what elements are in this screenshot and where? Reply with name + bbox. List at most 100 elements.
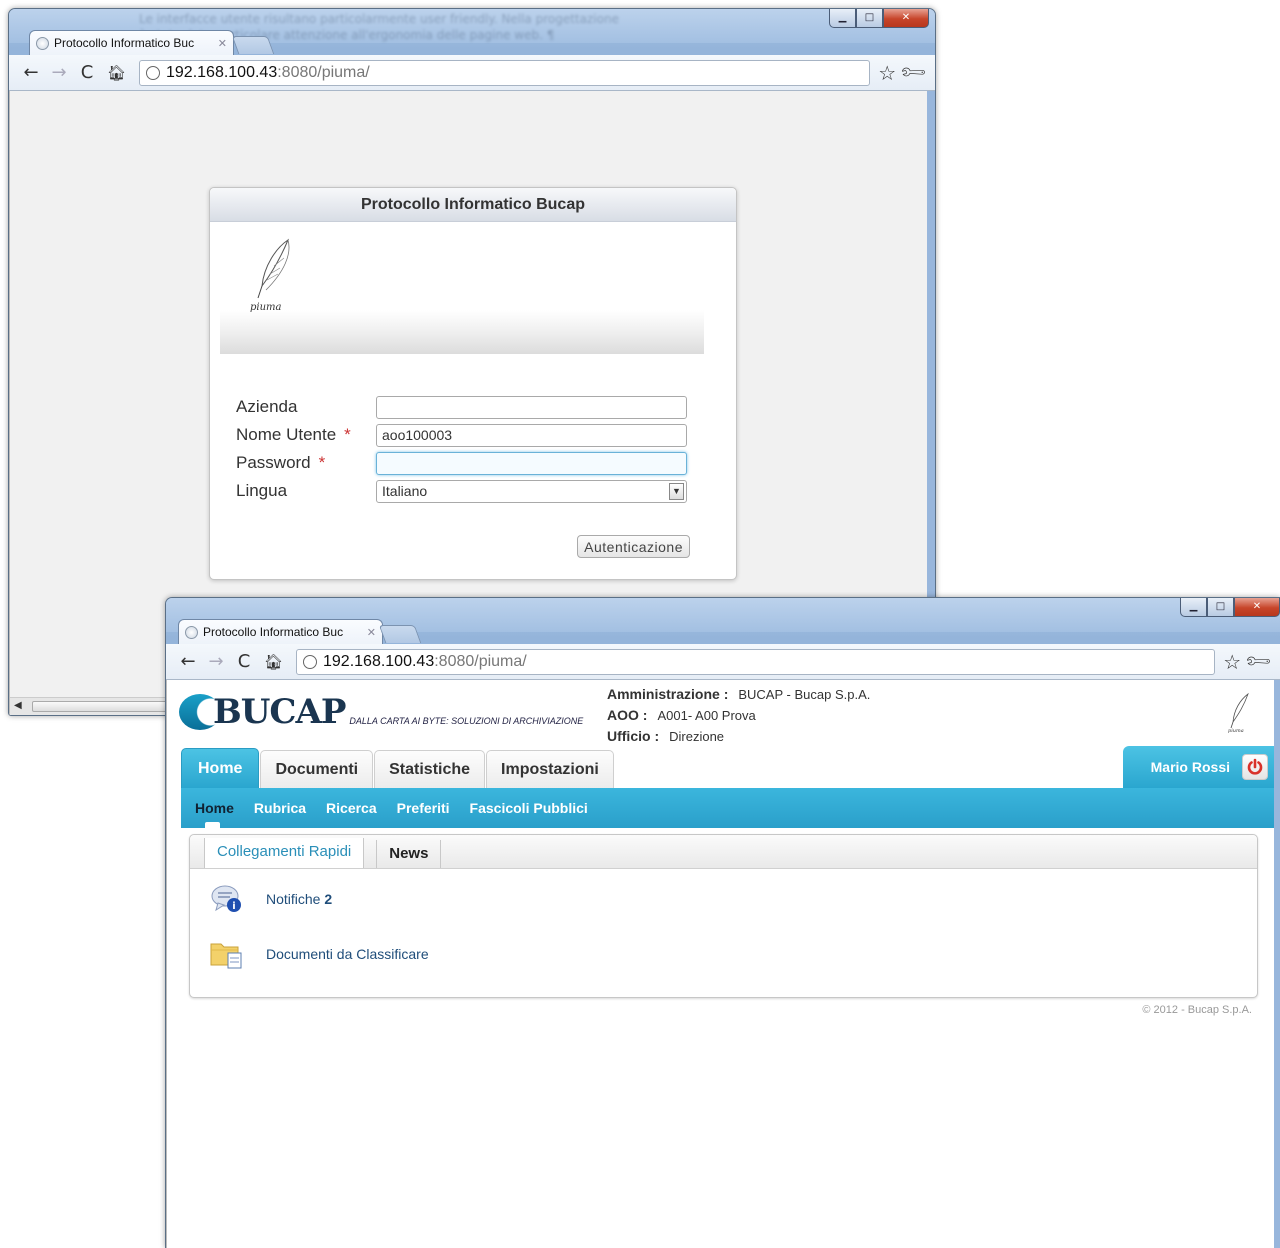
browser-tab[interactable]: Protocollo Informatico Buc ✕: [178, 619, 383, 644]
amministrazione-line: Amministrazione : BUCAP - Bucap S.p.A.: [607, 684, 870, 705]
login-title: Protocollo Informatico Bucap: [210, 188, 736, 222]
page-icon: [146, 65, 160, 80]
wrench-icon[interactable]: 🔧︎: [898, 57, 929, 88]
documenti-da-classificare-link[interactable]: Documenti da Classificare: [266, 946, 429, 962]
lingua-selected: Italiano: [382, 482, 428, 499]
power-icon[interactable]: [1242, 754, 1268, 780]
subnav-preferiti[interactable]: Preferiti: [397, 800, 450, 816]
back-arrow-icon[interactable]: ←: [23, 62, 39, 83]
org-info: Amministrazione : BUCAP - Bucap S.p.A. AO…: [607, 684, 870, 747]
quick-links-panel: Collegamenti Rapidi News i Notifiche 2 D…: [189, 834, 1258, 998]
tab-statistiche[interactable]: Statistiche: [374, 750, 486, 788]
address-bar[interactable]: 192.168.100.43:8080/piuma/: [139, 59, 871, 86]
close-tab-icon[interactable]: ✕: [367, 626, 376, 639]
ufficio-label: Ufficio :: [607, 728, 660, 744]
tab-collegamenti-rapidi[interactable]: Collegamenti Rapidi: [204, 838, 365, 868]
password-row: Password *: [236, 451, 696, 475]
power-icon-glyph: [1247, 758, 1263, 775]
app-header: BUCAP DALLA CARTA AI BYTE: SOLUZIONI DI …: [167, 680, 1274, 788]
reload-icon[interactable]: C: [236, 651, 252, 672]
sub-navigation: Home Rubrica Ricerca Preferiti Fascicoli…: [181, 788, 1274, 832]
new-tab-button[interactable]: [378, 625, 422, 643]
window-controls: ▁ □ ✕: [829, 9, 929, 28]
username-row: Nome Utente * aoo100003: [236, 423, 696, 447]
password-input[interactable]: [376, 451, 687, 475]
home-icon[interactable]: 🏠︎: [264, 653, 283, 671]
folder-document-icon: [210, 943, 242, 969]
azienda-row: Azienda: [236, 395, 696, 419]
tab-impostazioni[interactable]: Impostazioni: [486, 750, 614, 788]
subnav-home[interactable]: Home: [195, 800, 234, 832]
logo-tagline: DALLA CARTA AI BYTE: SOLUZIONI DI ARCHIV…: [349, 716, 584, 726]
subnav-fascicoli-pubblici[interactable]: Fascicoli Pubblici: [470, 800, 588, 816]
dropdown-arrow-icon[interactable]: ▼: [669, 482, 684, 500]
tab-news[interactable]: News: [376, 840, 442, 868]
tab-documenti[interactable]: Documenti: [260, 750, 374, 788]
logo-text: piuma: [250, 302, 282, 313]
login-box: Protocollo Informatico Bucap piuma Azien…: [209, 187, 737, 580]
login-button[interactable]: Autenticazione: [577, 535, 690, 558]
tab-title: Protocollo Informatico Buc: [203, 625, 344, 639]
reload-icon[interactable]: C: [79, 62, 95, 83]
svg-text:i: i: [232, 901, 235, 912]
subnav-rubrica[interactable]: Rubrica: [254, 800, 306, 816]
browser-tab[interactable]: Protocollo Informatico Buc ✕: [29, 30, 234, 55]
star-icon[interactable]: ☆: [1223, 650, 1241, 674]
ufficio-value: Direzione: [669, 729, 725, 744]
amministrazione-label: Amministrazione :: [607, 686, 729, 702]
notification-icon: i: [211, 885, 241, 912]
close-tab-icon[interactable]: ✕: [218, 37, 227, 50]
aoo-label: AOO :: [607, 707, 648, 723]
password-label-text: Password: [236, 453, 311, 472]
azienda-input[interactable]: [376, 395, 687, 419]
minimize-button[interactable]: ▁: [829, 9, 856, 28]
wrench-icon[interactable]: 🔧︎: [1243, 646, 1274, 677]
lingua-select[interactable]: Italiano ▼: [376, 479, 687, 503]
logo-word: BUCAP: [213, 692, 346, 732]
user-menu[interactable]: Mario Rossi: [1122, 746, 1274, 788]
notifiche-link[interactable]: Notifiche 2: [266, 891, 332, 907]
forward-arrow-icon[interactable]: →: [208, 651, 224, 672]
url-path: :8080/piuma/: [277, 63, 370, 81]
close-window-button[interactable]: ✕: [1234, 598, 1280, 617]
forward-arrow-icon[interactable]: →: [51, 62, 67, 83]
page-content: BUCAP DALLA CARTA AI BYTE: SOLUZIONI DI …: [166, 680, 1280, 1248]
maximize-button[interactable]: □: [1207, 598, 1234, 617]
username-label-text: Nome Utente: [236, 425, 337, 444]
maximize-button[interactable]: □: [856, 9, 883, 28]
required-mark: *: [344, 425, 351, 444]
close-window-button[interactable]: ✕: [883, 9, 929, 28]
user-name: Mario Rossi: [1150, 759, 1230, 775]
tab-home[interactable]: Home: [181, 748, 260, 788]
globe-icon: [36, 36, 49, 50]
address-bar[interactable]: 192.168.100.43:8080/piuma/: [296, 648, 1216, 675]
quill-icon: piuma: [1228, 692, 1249, 734]
panel-tabs: Collegamenti Rapidi News: [190, 835, 1257, 869]
globe-icon: [185, 625, 198, 639]
amministrazione-value: BUCAP - Bucap S.p.A.: [738, 687, 871, 702]
username-input[interactable]: aoo100003: [376, 423, 687, 447]
browser-toolbar: ← → C 🏠︎ 192.168.100.43:8080/piuma/ ☆ 🔧︎: [9, 55, 935, 91]
minimize-button[interactable]: ▁: [1180, 598, 1207, 617]
notifiche-label: Notifiche: [266, 891, 321, 907]
bucap-logo[interactable]: BUCAP DALLA CARTA AI BYTE: SOLUZIONI DI …: [179, 690, 583, 730]
quill-icon: piuma: [250, 238, 290, 313]
star-icon[interactable]: ☆: [878, 61, 896, 85]
copyright: © 2012 - Bucap S.p.A.: [1142, 1004, 1252, 1016]
lingua-label: Lingua: [236, 481, 288, 500]
login-banner: piuma: [220, 232, 704, 354]
required-mark: *: [318, 453, 326, 472]
aoo-line: AOO : A001- A00 Prova: [607, 705, 870, 726]
new-tab-button[interactable]: [231, 36, 275, 54]
notifiche-count: 2: [324, 891, 333, 907]
subnav-ricerca[interactable]: Ricerca: [326, 800, 377, 816]
url-host: 192.168.100.43: [323, 652, 435, 670]
notifiche-link-row[interactable]: i Notifiche 2: [210, 883, 332, 915]
scroll-left-icon[interactable]: ◀: [14, 700, 22, 711]
documenti-link-row[interactable]: Documenti da Classificare: [210, 939, 429, 969]
lingua-row: Lingua Italiano ▼: [236, 479, 696, 503]
back-arrow-icon[interactable]: ←: [180, 651, 196, 672]
home-icon[interactable]: 🏠︎: [107, 64, 126, 82]
aoo-value: A001- A00 Prova: [657, 708, 756, 723]
browser-toolbar: ← → C 🏠︎ 192.168.100.43:8080/piuma/ ☆ 🔧︎: [166, 644, 1280, 680]
